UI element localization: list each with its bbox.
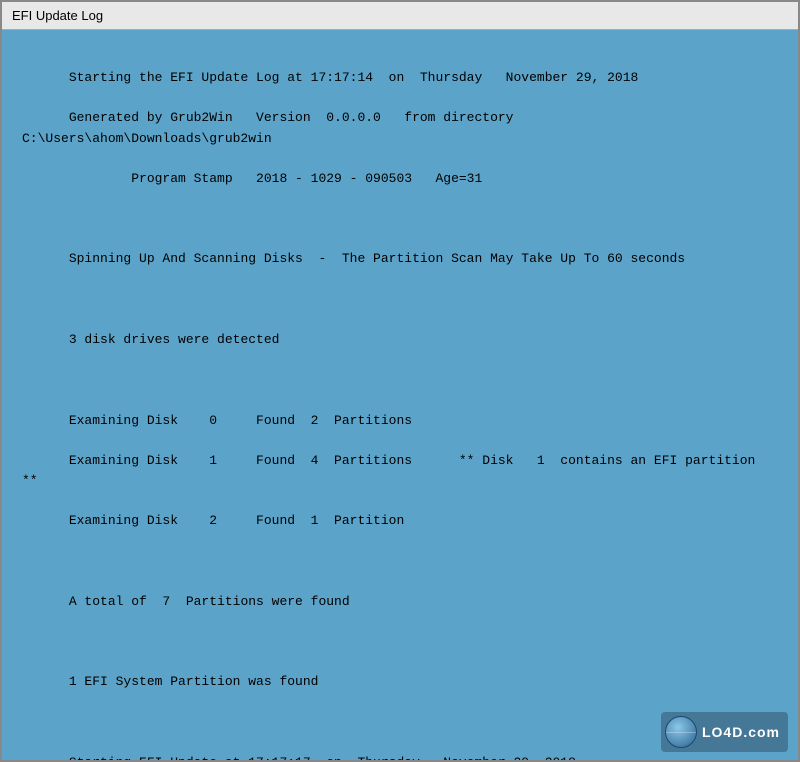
watermark: LO4D.com bbox=[661, 712, 788, 752]
log-line-17: Starting EFI Update at 17:17:17 on Thurs… bbox=[69, 755, 576, 760]
log-line-1: Starting the EFI Update Log at 17:17:14 … bbox=[69, 70, 639, 85]
log-line-3: Program Stamp 2018 - 1029 - 090503 Age=3… bbox=[69, 171, 482, 186]
log-line-7: 3 disk drives were detected bbox=[69, 332, 280, 347]
window-title: EFI Update Log bbox=[12, 8, 103, 23]
log-line-15: 1 EFI System Partition was found bbox=[69, 674, 319, 689]
content-area: Starting the EFI Update Log at 17:17:14 … bbox=[2, 30, 798, 760]
main-window: EFI Update Log Starting the EFI Update L… bbox=[0, 0, 800, 762]
watermark-globe-icon bbox=[665, 716, 697, 748]
log-line-11: Examining Disk 2 Found 1 Partition bbox=[69, 513, 404, 528]
log-line-13: A total of 7 Partitions were found bbox=[69, 594, 350, 609]
log-line-2: Generated by Grub2Win Version 0.0.0.0 fr… bbox=[22, 110, 529, 145]
log-content: Starting the EFI Update Log at 17:17:14 … bbox=[22, 48, 778, 760]
log-line-9: Examining Disk 0 Found 2 Partitions bbox=[69, 413, 412, 428]
watermark-container: LO4D.com bbox=[661, 712, 788, 752]
watermark-label: LO4D.com bbox=[702, 724, 780, 740]
log-line-10: Examining Disk 1 Found 4 Partitions ** D… bbox=[22, 453, 763, 488]
log-line-5: Spinning Up And Scanning Disks - The Par… bbox=[69, 251, 685, 266]
title-bar: EFI Update Log bbox=[2, 2, 798, 30]
